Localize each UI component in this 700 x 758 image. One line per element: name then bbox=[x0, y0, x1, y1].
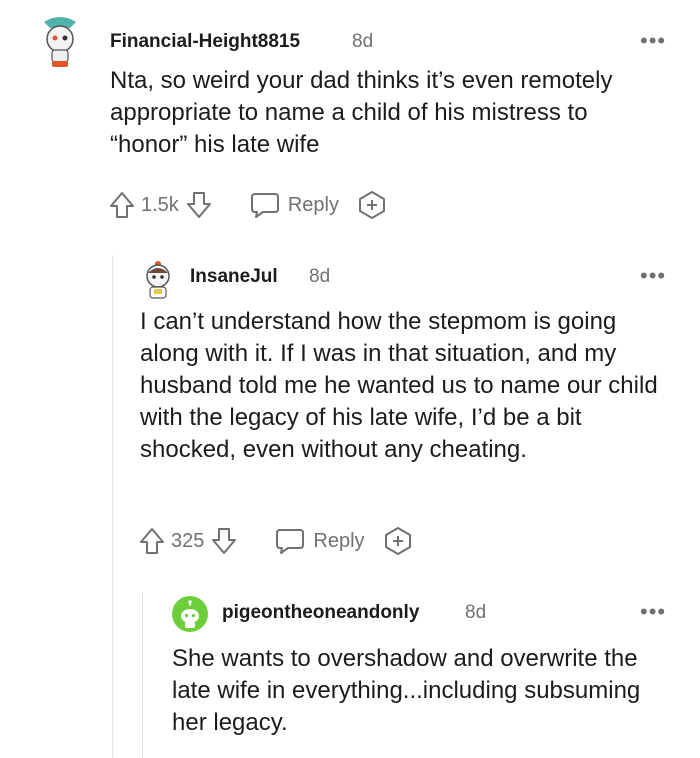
comment-age: 8d bbox=[465, 602, 487, 623]
more-options-icon[interactable]: ••• bbox=[640, 601, 666, 623]
user-avatar[interactable] bbox=[172, 596, 208, 632]
comment-author[interactable]: pigeontheoneandonly bbox=[222, 602, 419, 624]
comment: pigeontheoneandonly 8d ••• She wants to … bbox=[0, 0, 700, 758]
comment-body: She wants to overshadow and overwrite th… bbox=[172, 645, 641, 736]
